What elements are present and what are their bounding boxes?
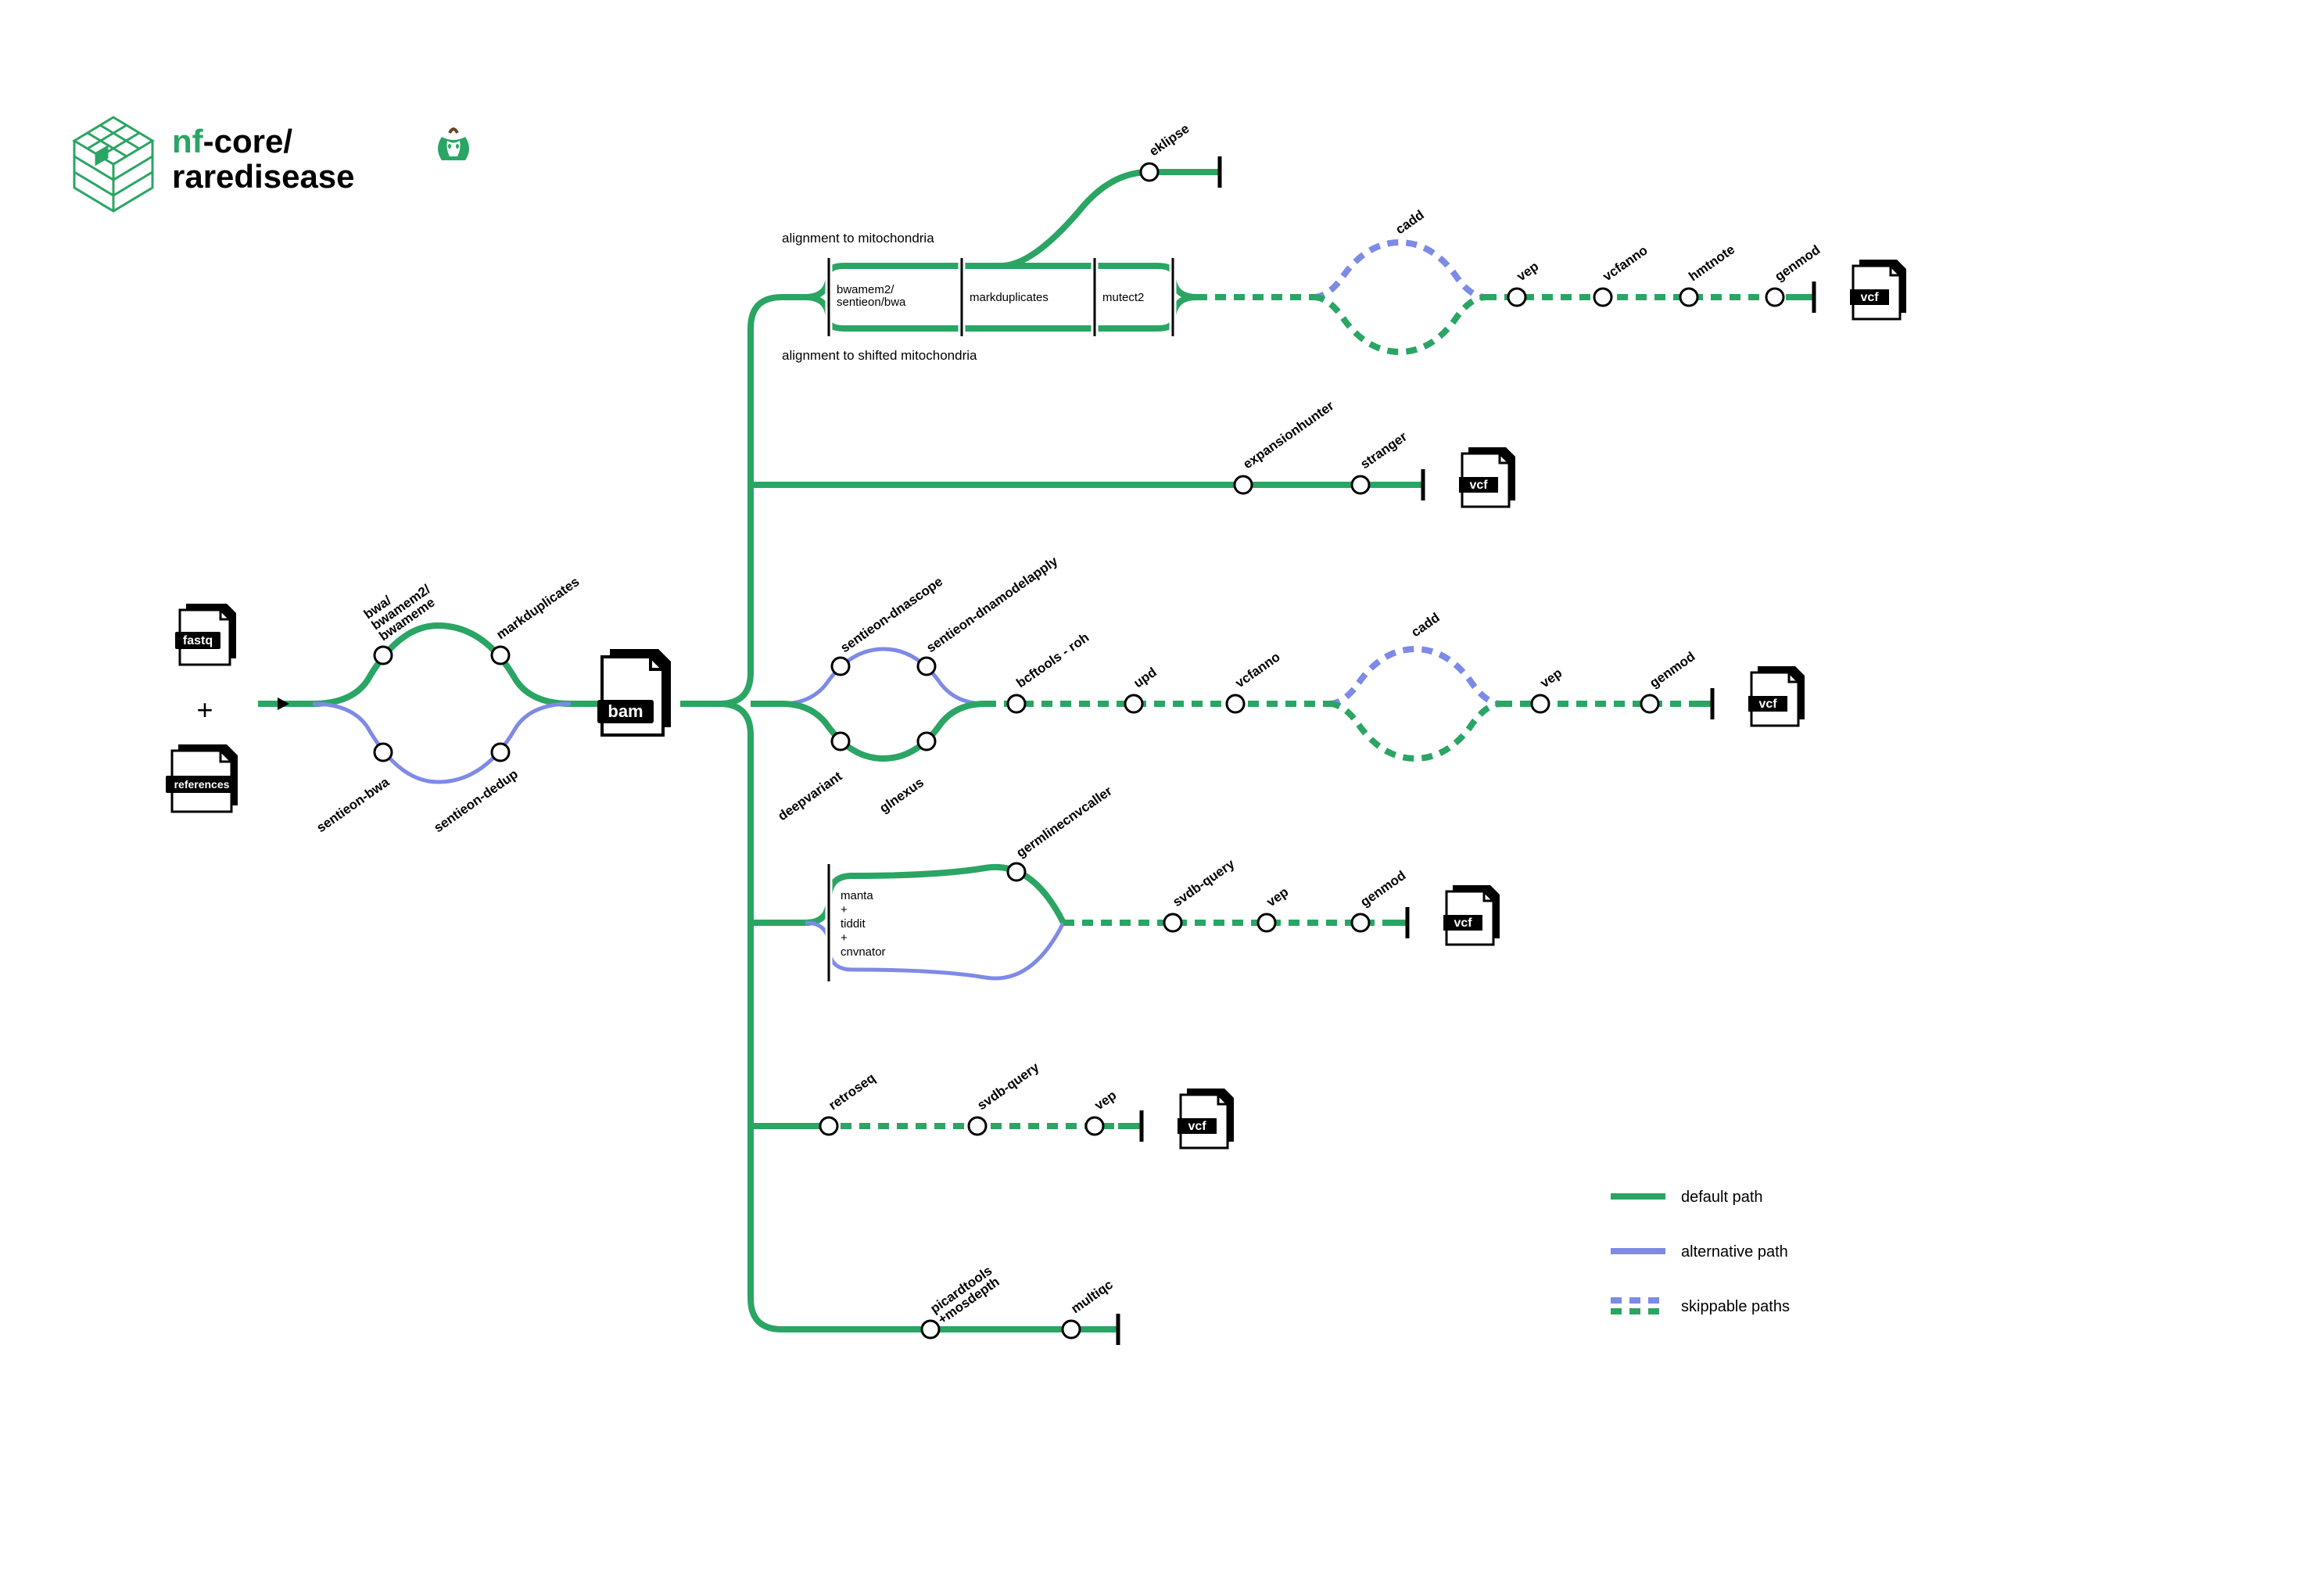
label-sentieon-dedup: sentieon-dedup <box>431 766 521 835</box>
svg-text:vcf: vcf <box>1758 698 1777 711</box>
svg-text:cadd: cadd <box>1393 207 1426 237</box>
vcf-exp: vcf <box>1459 447 1515 507</box>
svg-text:expansionhunter: expansionhunter <box>1240 398 1336 472</box>
svg-text:manta+tiddit+cnvnator: manta+tiddit+cnvnator <box>841 889 886 959</box>
node-sentieon-dedup <box>492 744 509 761</box>
vcf-snv: vcf <box>1748 666 1805 726</box>
svg-text:stranger: stranger <box>1357 429 1410 472</box>
svg-text:germlinecnvcaller: germlinecnvcaller <box>1013 784 1115 861</box>
node-markdup <box>492 647 509 664</box>
svg-text:vcf: vcf <box>1469 479 1488 492</box>
svg-text:vep: vep <box>1264 884 1291 909</box>
svg-text:vep: vep <box>1537 665 1565 690</box>
svg-text:upd: upd <box>1131 665 1159 690</box>
branch-expansionhunter: expansionhunter stranger <box>1212 398 1423 500</box>
svg-text:multiqc: multiqc <box>1068 1277 1115 1316</box>
svg-text:bam: bam <box>608 701 643 721</box>
input-references: references <box>166 744 238 812</box>
svg-text:svdb-query: svdb-query <box>1170 856 1237 909</box>
label-bwa: bwa/bwamem2/bwameme <box>361 571 441 644</box>
bam-file: bam <box>597 649 671 735</box>
svg-text:bwamem2/sentieon/bwa: bwamem2/sentieon/bwa <box>837 283 906 309</box>
svg-text:skippable paths: skippable paths <box>1681 1298 1790 1315</box>
node-sentieon-bwa <box>375 744 392 761</box>
svg-text:raredisease: raredisease <box>172 158 355 195</box>
svg-text:glnexus: glnexus <box>876 775 927 816</box>
svg-text:hmtnote: hmtnote <box>1686 242 1737 284</box>
label-sentieon-bwa: sentieon-bwa <box>314 774 392 835</box>
svg-text:picardtools+mosdepth: picardtools+mosdepth <box>927 1263 1002 1327</box>
svg-text:vcf: vcf <box>1860 291 1879 304</box>
svg-text:eklipse: eklipse <box>1146 121 1192 160</box>
branch-retroseq: retroseq svdb-query vep <box>820 1060 1142 1142</box>
node-bwa <box>375 647 392 664</box>
svg-text:genmod: genmod <box>1647 649 1697 690</box>
input-fastq: fastq <box>175 604 236 665</box>
svg-text:vep: vep <box>1092 1088 1119 1113</box>
svg-text:vcf: vcf <box>1454 916 1472 930</box>
svg-text:genmod: genmod <box>1357 868 1408 909</box>
branch-snv-calling: sentieon-dnascope sentieon-dnamodelapply… <box>775 554 1712 824</box>
svg-text:default path: default path <box>1681 1189 1763 1206</box>
svg-text:markduplicates: markduplicates <box>970 291 1049 304</box>
pipeline-diagram: nf-core/ raredisease fastq + references … <box>0 0 2305 1596</box>
svg-text:alignment to mitochondria: alignment to mitochondria <box>782 231 934 246</box>
vcf-sv: vcf <box>1443 885 1500 945</box>
branch-qc: picardtools+mosdepth multiqc <box>876 1263 1118 1345</box>
svg-text:svdb-query: svdb-query <box>974 1060 1041 1113</box>
svg-text:genmod: genmod <box>1772 242 1823 284</box>
svg-text:sentieon-dnamodelapply: sentieon-dnamodelapply <box>923 554 1060 656</box>
svg-text:alignment to shifted mitochond: alignment to shifted mitochondria <box>782 348 977 363</box>
svg-text:retroseq: retroseq <box>826 1071 878 1114</box>
svg-text:vcf: vcf <box>1188 1120 1206 1133</box>
svg-text:vcfanno: vcfanno <box>1600 242 1650 284</box>
svg-text:nf-core/: nf-core/ <box>172 123 292 160</box>
label-markdup: markduplicates <box>493 574 582 642</box>
vcf-mito: vcf <box>1850 260 1906 319</box>
path-sentieon-bwa <box>313 704 571 782</box>
svg-text:alternative path: alternative path <box>1681 1243 1788 1261</box>
logo: nf-core/ raredisease <box>74 117 469 211</box>
svg-text:vcfanno: vcfanno <box>1232 649 1282 690</box>
svg-text:references: references <box>174 778 230 791</box>
svg-text:bcftools - roh: bcftools - roh <box>1013 629 1092 690</box>
svg-text:cadd: cadd <box>1408 610 1442 640</box>
legend: default path alternative path skippable … <box>1611 1189 1790 1315</box>
svg-text:mutect2: mutect2 <box>1102 291 1144 304</box>
vcf-retro: vcf <box>1178 1089 1234 1148</box>
arrow-icon <box>278 698 289 710</box>
svg-text:deepvariant: deepvariant <box>775 769 844 823</box>
path-bwa <box>313 626 571 704</box>
svg-text:vep: vep <box>1514 259 1541 284</box>
svg-text:fastq: fastq <box>183 634 213 647</box>
plus-icon: + <box>196 694 213 726</box>
branch-mito: alignment to mitochondria alignment to s… <box>782 121 1823 363</box>
branch-sv: manta+tiddit+cnvnator germlinecnvcaller … <box>805 784 1408 981</box>
